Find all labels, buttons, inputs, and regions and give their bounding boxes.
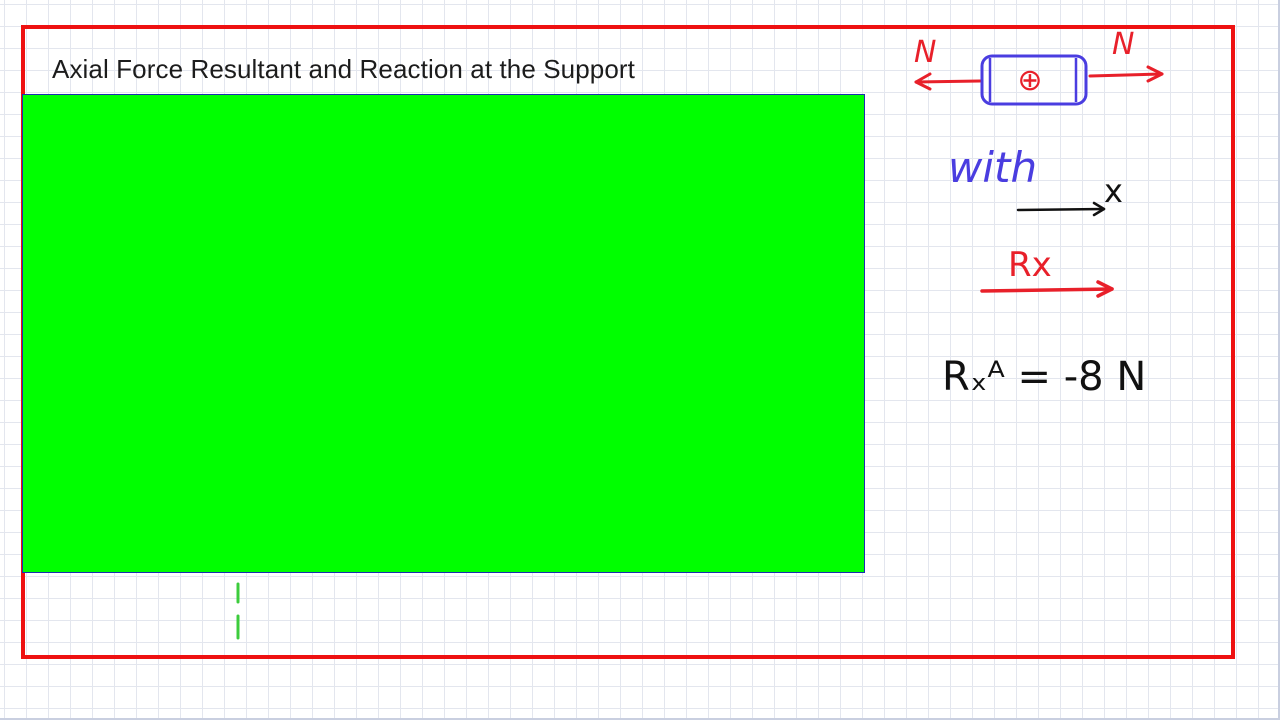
tension-sign: ⊕	[1017, 63, 1042, 98]
video-panel	[22, 94, 865, 573]
with-label: with	[948, 143, 1037, 192]
reaction-arrow: Rx	[980, 245, 1114, 298]
axial-force-diagram: ⊕ N N	[914, 27, 1164, 106]
handwritten-notes: ⊕ N N with x Rx Rₓᴬ = -8 N	[914, 27, 1164, 400]
reaction-equation: Rₓᴬ = -8 N	[942, 354, 1146, 400]
x-axis-label: x	[1104, 172, 1123, 210]
axis-direction: with x	[948, 143, 1123, 217]
green-dash-marks	[236, 582, 240, 640]
reaction-label: Rx	[1008, 245, 1052, 285]
force-label-right: N	[1112, 27, 1134, 62]
page-title: Axial Force Resultant and Reaction at th…	[52, 54, 636, 84]
force-label-left: N	[914, 35, 936, 70]
